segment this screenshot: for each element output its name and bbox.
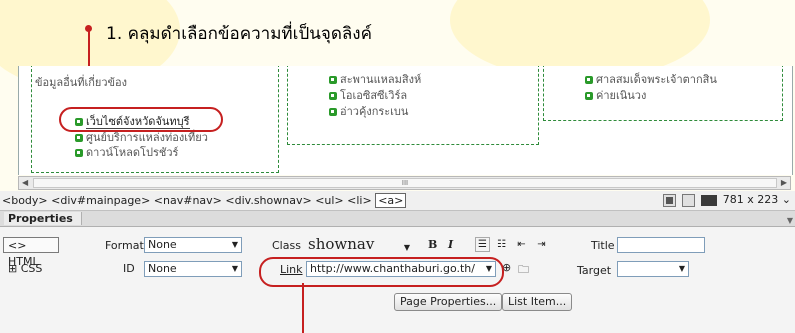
- id-label: ID: [123, 262, 135, 275]
- properties-header: Properties ▼: [0, 211, 795, 227]
- tag-li[interactable]: <li>: [347, 194, 372, 207]
- folder-icon[interactable]: 🗀: [518, 261, 529, 280]
- tag-div-mainpage[interactable]: <div#mainpage>: [51, 194, 150, 207]
- tag-ul[interactable]: <ul>: [315, 194, 343, 207]
- class-label: Class: [272, 239, 301, 252]
- annotation-oval-link: [59, 107, 223, 132]
- window-size[interactable]: 781 x 223: [723, 193, 779, 206]
- column-heading: ข้อมูลอื่นที่เกี่ยวข้อง: [35, 76, 128, 89]
- bullet-icon: [75, 149, 83, 157]
- properties-tab[interactable]: Properties: [4, 212, 82, 225]
- tag-nav[interactable]: <nav#nav>: [154, 194, 222, 207]
- format-select[interactable]: None ▼: [144, 237, 242, 253]
- instruction-text: 1. คลุมดำเลือกข้อความที่เป็นจุดลิงค์: [106, 24, 372, 44]
- status-right: 781 x 223 ⌄: [662, 193, 791, 207]
- tablet-size-icon[interactable]: [681, 193, 695, 207]
- chevron-down-icon[interactable]: ⌄: [778, 193, 791, 206]
- chevron-down-icon: ▼: [231, 264, 238, 273]
- target-label: Target: [577, 264, 612, 277]
- desktop-size-icon[interactable]: [700, 194, 717, 206]
- list-item-link[interactable]: ดาวน์โหลดโปรชัวร์: [75, 143, 178, 161]
- tag-body[interactable]: <body>: [2, 194, 48, 207]
- bold-button[interactable]: B: [428, 238, 437, 251]
- mobile-size-icon[interactable]: [662, 193, 676, 207]
- scroll-thumb[interactable]: III: [33, 178, 777, 188]
- indent-icon[interactable]: ⇥: [534, 237, 549, 252]
- scroll-right-icon[interactable]: ▶: [781, 178, 787, 187]
- target-select[interactable]: ▼: [617, 261, 689, 277]
- annotation-line: [302, 283, 304, 333]
- tag-a-selected[interactable]: <a>: [375, 193, 407, 208]
- bullet-icon: [329, 92, 337, 100]
- page-properties-button[interactable]: Page Properties...: [394, 293, 503, 311]
- css-icon: ⊞: [8, 262, 18, 275]
- chevron-down-icon: ▼: [403, 243, 410, 252]
- bullet-icon: [585, 76, 593, 84]
- title-label: Title: [591, 239, 615, 252]
- list-item-link[interactable]: อ่าวคุ้งกระเบน: [329, 102, 408, 120]
- chevron-down-icon: ▼: [231, 240, 238, 249]
- unordered-list-icon[interactable]: ☰: [475, 237, 490, 252]
- tag-selector-bar: <body> <div#mainpage> <nav#nav> <div.sho…: [0, 191, 795, 211]
- chevron-down-icon: ▼: [678, 264, 685, 273]
- bullet-icon: [75, 134, 83, 142]
- class-select[interactable]: shownav ▼: [305, 237, 413, 253]
- panel-menu-icon[interactable]: ▼: [787, 213, 793, 228]
- title-input[interactable]: [617, 237, 705, 253]
- list-item-button[interactable]: List Item...: [502, 293, 573, 311]
- outdent-icon[interactable]: ⇤: [514, 237, 529, 252]
- bullet-icon: [329, 108, 337, 116]
- list-item-link[interactable]: ค่ายเนินวง: [585, 86, 646, 104]
- format-label: Format: [105, 239, 144, 252]
- annotation-oval-link-field: [259, 257, 504, 287]
- html-mode-button[interactable]: <> HTML: [3, 237, 59, 268]
- tag-div-shownav[interactable]: <div.shownav>: [225, 194, 311, 207]
- tag-path: <body> <div#mainpage> <nav#nav> <div.sho…: [2, 193, 407, 208]
- horizontal-scrollbar[interactable]: ◀ III ▶: [18, 176, 791, 190]
- bullet-icon: [585, 92, 593, 100]
- code-icon: <>: [8, 239, 27, 252]
- bullet-icon: [329, 76, 337, 84]
- design-view[interactable]: ข้อมูลอื่นที่เกี่ยวข้อง เว็บไซต์จังหวัดจ…: [18, 66, 793, 175]
- id-select[interactable]: None ▼: [144, 261, 242, 277]
- ordered-list-icon[interactable]: ☷: [494, 237, 509, 252]
- scroll-left-icon[interactable]: ◀: [22, 178, 28, 187]
- css-mode-button[interactable]: ⊞ CSS: [8, 262, 42, 275]
- italic-button[interactable]: I: [448, 238, 453, 251]
